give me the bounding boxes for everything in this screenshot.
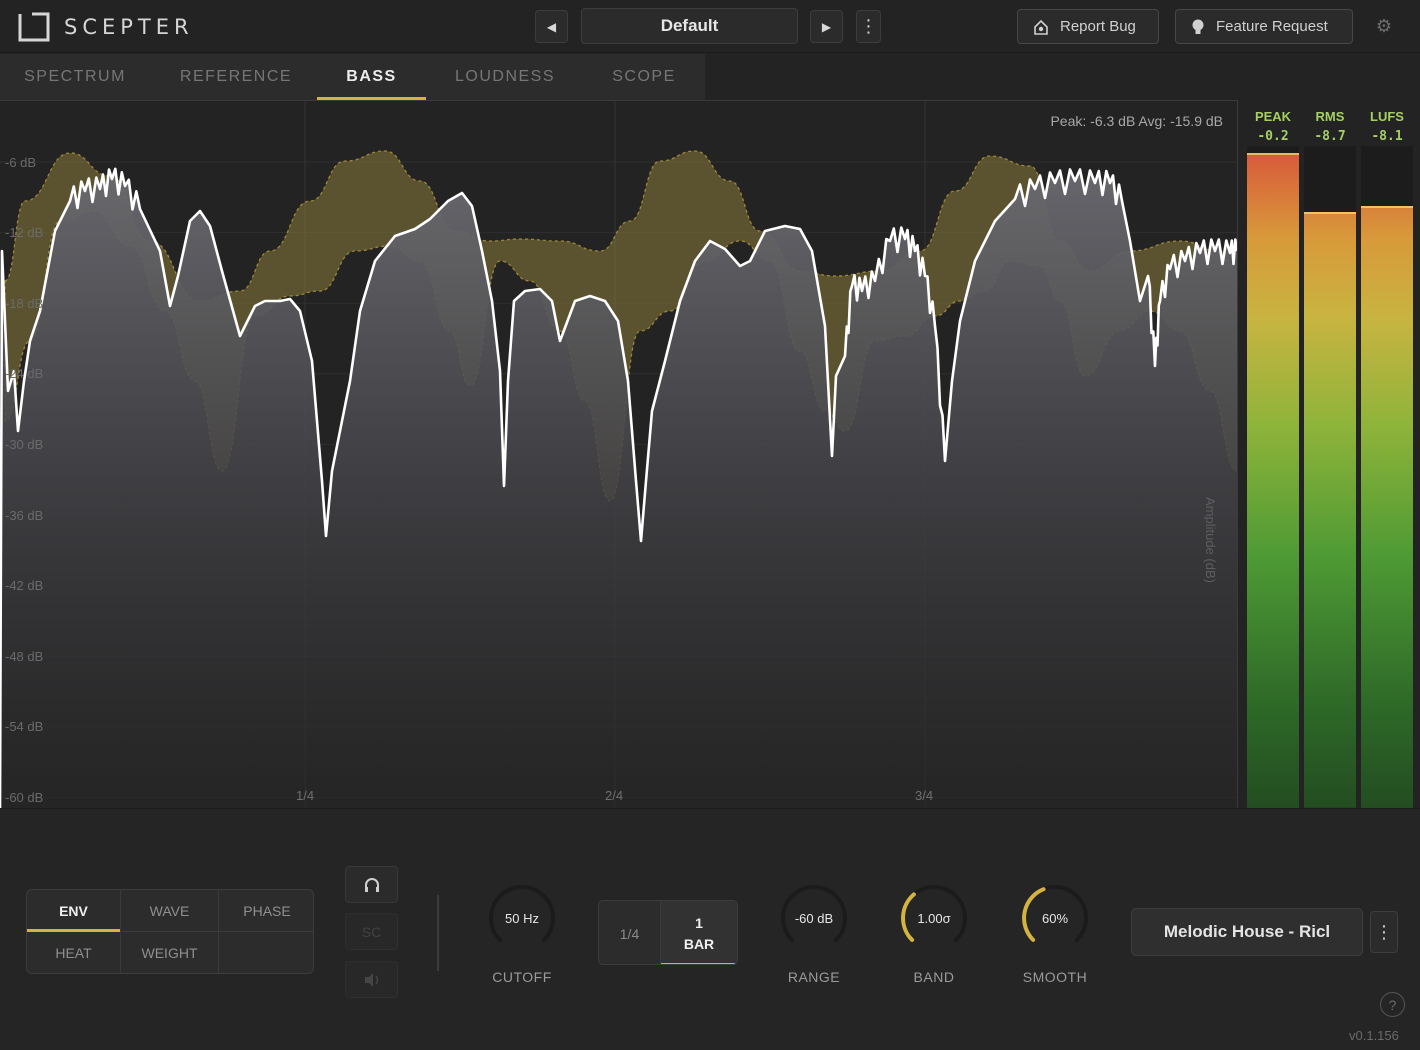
preset-next-button[interactable]: ▶ [810,10,843,43]
control-panel: ENV WAVE PHASE HEAT WEIGHT SC 50 Hz CUTO… [0,808,1420,1050]
lightbulb-icon [1192,19,1204,34]
y-axis-title: Amplitude (dB) [1198,497,1222,617]
preset-prev-button[interactable]: ◀ [535,10,568,43]
header-bar: SCEPTER ◀ Default ▶ ⋮ Report Bug Feature… [0,0,1420,53]
tab-scope[interactable]: SCOPE [585,54,703,100]
cutoff-knob[interactable]: 50 Hz [487,883,557,953]
x-tick-label: 2/4 [605,788,624,803]
range-label: RANGE [787,969,841,985]
rms-meter-label: RMS [1315,109,1345,124]
cutoff-value: 50 Hz [505,910,539,926]
speaker-button[interactable] [345,961,398,998]
feature-request-label: Feature Request [1216,18,1328,35]
rms-meter-value: -8.7 [1314,129,1346,144]
envelope-plot [0,101,1237,808]
lufs-meter-track [1361,146,1413,808]
mode-phase-button[interactable]: PHASE [219,890,313,932]
mode-heat-button[interactable]: HEAT [27,932,121,973]
smooth-label: SMOOTH [1022,969,1088,985]
y-tick-label: -48 dB [5,649,44,664]
range-knob[interactable]: -60 dB [779,883,849,953]
rms-meter: RMS -8.7 [1304,100,1356,808]
track-menu-button[interactable]: ⋮ [1370,911,1398,953]
y-tick-label: -24 dB [5,366,44,381]
length-bar-number: 1 [695,914,703,931]
length-bar-option[interactable]: 1 BAR [661,901,737,964]
tab-bass[interactable]: BASS [317,54,426,100]
x-tick-label: 1/4 [296,788,315,803]
gear-icon[interactable]: ⚙ [1373,15,1395,37]
lufs-meter-label: LUFS [1370,109,1404,124]
peak-meter-fill [1247,152,1299,808]
peak-meter-track [1247,146,1299,808]
band-label: BAND [913,969,955,985]
y-tick-label: -42 dB [5,578,44,593]
version-label: v0.1.156 [1349,1028,1399,1043]
feature-request-button[interactable]: Feature Request [1175,9,1353,44]
panel-divider [437,895,439,971]
y-tick-label: -60 dB [5,790,44,805]
mode-env-button[interactable]: ENV [27,890,121,932]
headphones-button[interactable] [345,866,398,903]
cutoff-label: CUTOFF [492,969,552,985]
view-tabs: SPECTRUM REFERENCE BASS LOUDNESS SCOPE [0,54,705,100]
tabbar-filler [705,54,1420,100]
report-bug-label: Report Bug [1060,18,1136,35]
y-tick-label: -12 dB [5,225,44,240]
length-toggle[interactable]: 1/4 1 BAR [598,900,738,965]
headphones-icon [364,877,379,892]
length-quarter-option[interactable]: 1/4 [599,901,661,964]
smooth-value: 60% [1041,910,1069,926]
tab-reference[interactable]: REFERENCE [162,54,310,100]
bug-icon [1034,19,1048,35]
mode-weight-button[interactable]: WEIGHT [121,932,219,973]
lufs-meter: LUFS -8.1 [1361,100,1413,808]
smooth-knob[interactable]: 60% [1020,883,1090,953]
app-title: SCEPTER [64,15,194,39]
sidechain-button[interactable]: SC [345,913,398,950]
rms-meter-fill [1304,212,1356,808]
y-tick-label: -30 dB [5,437,44,452]
peak-meter-value: -0.2 [1257,129,1289,144]
preset-menu-button[interactable]: ⋮ [856,10,881,43]
mode-wave-button[interactable]: WAVE [121,890,219,932]
peak-meter-label: PEAK [1254,109,1292,124]
display-mode-grid: ENV WAVE PHASE HEAT WEIGHT [26,889,314,974]
level-meters: PEAK -0.2 RMS -8.7 LUFS -8.1 [1237,100,1420,808]
x-tick-label: 3/4 [915,788,934,803]
report-bug-button[interactable]: Report Bug [1017,9,1159,44]
lufs-meter-value: -8.1 [1371,129,1403,144]
help-icon[interactable]: ? [1380,992,1405,1017]
y-tick-label: -54 dB [5,719,44,734]
range-value: -60 dB [794,910,834,926]
speaker-icon [364,972,378,987]
y-tick-label: -18 dB [5,296,44,311]
bass-envelope-graph[interactable]: Peak: -6.3 dB Avg: -15.9 dB -6 dB -12 dB… [0,100,1237,808]
y-tick-label: -36 dB [5,508,44,523]
band-knob[interactable]: 1.00σ [899,883,969,953]
lufs-meter-fill [1361,205,1413,808]
y-axis-title-text: Amplitude (dB) [1203,497,1218,583]
peak-avg-readout: Peak: -6.3 dB Avg: -15.9 dB [1050,113,1223,129]
reference-track-selector[interactable]: Melodic House - Ricl [1131,908,1363,956]
y-tick-label: -6 dB [5,155,37,170]
length-bar-unit: BAR [683,935,715,952]
peak-meter: PEAK -0.2 [1247,100,1299,808]
logo-icon [18,12,50,42]
mode-empty-cell [219,932,313,973]
tab-spectrum[interactable]: SPECTRUM [0,54,150,100]
band-value: 1.00σ [917,910,951,926]
rms-meter-track [1304,146,1356,808]
tab-loudness[interactable]: LOUDNESS [438,54,572,100]
preset-selector[interactable]: Default [581,8,798,44]
